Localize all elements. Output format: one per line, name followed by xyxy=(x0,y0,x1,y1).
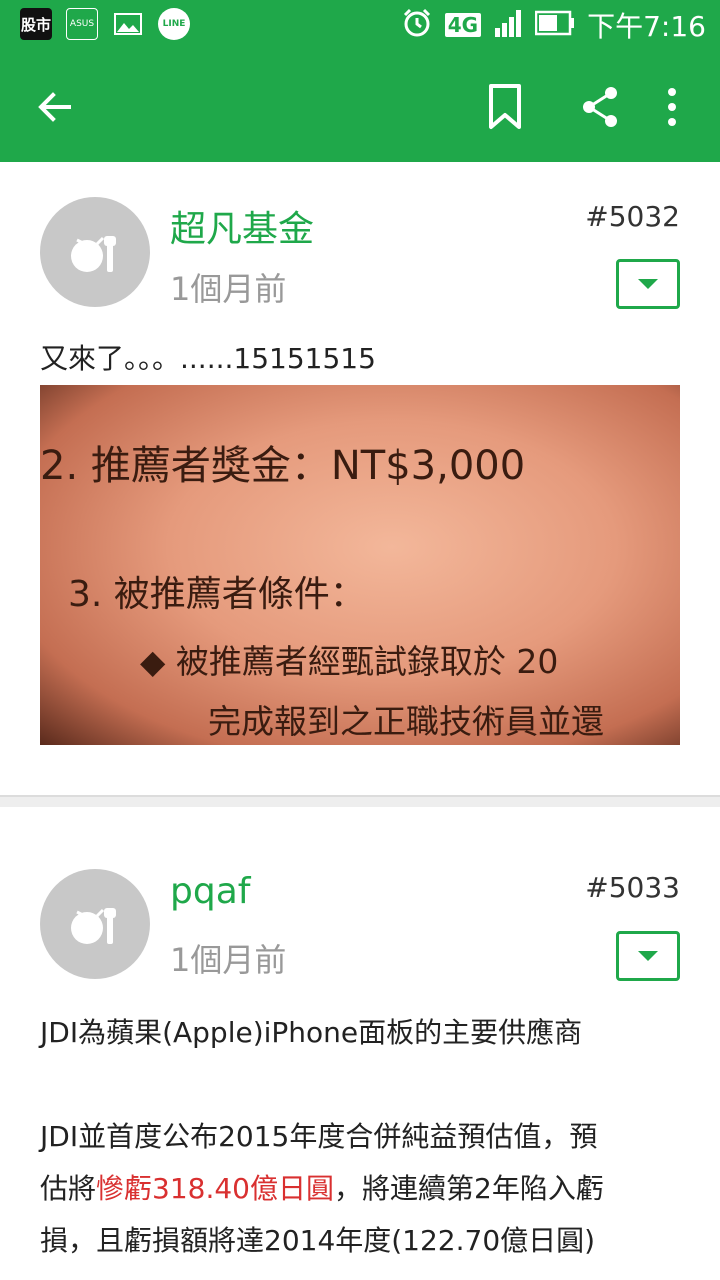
image-text-line: 完成報到之正職技術員並還 xyxy=(208,702,604,741)
avatar[interactable] xyxy=(40,869,150,979)
highlight-loss: 慘虧318.40億日圓 xyxy=(96,1172,334,1205)
image-text-line: 3. 被推薦者條件： xyxy=(68,574,366,615)
post-options-dropdown[interactable] xyxy=(616,931,680,981)
post-image[interactable]: 2. 推薦者獎金：NT$3,000 3. 被推薦者條件： ◆ 被推薦者經甄試錄取… xyxy=(40,385,680,745)
image-text-line: 2. 推薦者獎金：NT$3,000 xyxy=(40,443,526,489)
text-span: ，將連續第2年陷入虧 xyxy=(334,1172,604,1205)
signal-icon xyxy=(493,8,523,42)
text-span: 估將 xyxy=(40,1172,97,1205)
post-text: JDI為蘋果(Apple)iPhone面板的主要供應商 JDI並首度公布2015… xyxy=(40,1007,680,1267)
post-paragraph: 損，且虧損額將達2014年度(122.70億日圓) xyxy=(40,1224,596,1257)
line-app-icon: LINE xyxy=(158,8,190,40)
avatar-icon xyxy=(71,908,116,944)
post-divider xyxy=(0,795,720,807)
caret-down-icon xyxy=(638,279,658,289)
post-author[interactable]: 超凡基金 xyxy=(170,200,314,252)
battery-icon xyxy=(534,10,575,40)
avatar[interactable] xyxy=(40,197,150,307)
arrow-left-icon xyxy=(38,92,71,122)
avatar-icon xyxy=(71,236,116,272)
post-time: 1個月前 xyxy=(170,941,287,979)
gallery-icon xyxy=(112,8,144,40)
bookmark-button[interactable] xyxy=(470,72,540,142)
stock-app-icon: 股市 xyxy=(20,8,52,40)
status-bar: 股市 ASUS LINE 4G 下午7:16 xyxy=(0,0,720,52)
post-author[interactable]: pqaf xyxy=(170,871,250,912)
caret-down-icon xyxy=(638,951,658,961)
image-text-line: ◆ 被推薦者經甄試錄取於 20 xyxy=(140,642,559,681)
back-button[interactable] xyxy=(20,72,90,142)
share-icon xyxy=(583,87,617,127)
post-text: 又來了。。。......15151515 xyxy=(40,342,376,375)
post-floor-number: #5033 xyxy=(585,871,680,904)
clock: 下午7:16 xyxy=(587,10,706,43)
bookmark-icon xyxy=(489,84,521,129)
app-toolbar xyxy=(0,52,720,162)
post-5033: pqaf 1個月前 #5033 JDI為蘋果(Apple)iPhone面板的主要… xyxy=(0,807,720,1280)
share-button[interactable] xyxy=(565,72,635,142)
post-paragraph: JDI為蘋果(Apple)iPhone面板的主要供應商 xyxy=(40,1016,583,1049)
post-options-dropdown[interactable] xyxy=(616,259,680,309)
network-type: 4G xyxy=(444,13,482,37)
post-paragraph: JDI並首度公布2015年度合併純益預估值，預 xyxy=(40,1120,598,1153)
post-time: 1個月前 xyxy=(170,270,287,308)
more-vert-icon xyxy=(668,88,676,126)
more-options-button[interactable] xyxy=(637,72,707,142)
post-floor-number: #5032 xyxy=(585,200,680,233)
asus-app-icon: ASUS xyxy=(66,8,98,40)
alarm-icon xyxy=(401,7,433,43)
post-paragraph: 估將慘虧318.40億日圓，將連續第2年陷入虧 xyxy=(40,1163,680,1215)
